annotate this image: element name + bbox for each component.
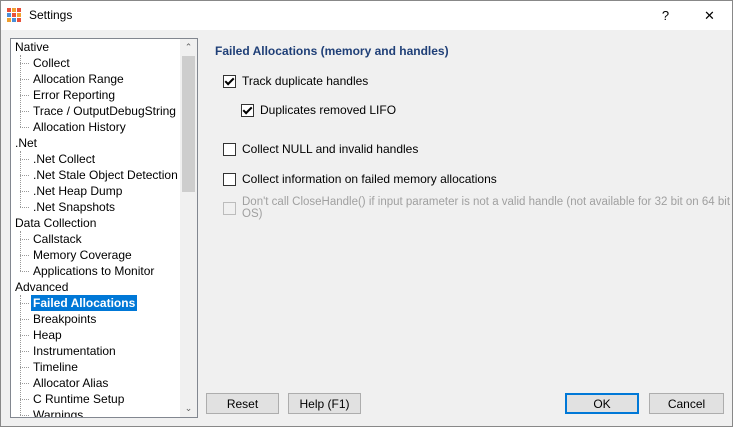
tree-item[interactable]: .Net Snapshots xyxy=(31,199,117,215)
scrollbar-thumb[interactable] xyxy=(182,56,195,192)
tree-connector xyxy=(20,319,29,320)
dont-call-close-option: Don't call CloseHandle() if input parame… xyxy=(223,196,732,220)
tree-item[interactable]: Allocation Range xyxy=(31,71,126,87)
tree-item[interactable]: Trace / OutputDebugString xyxy=(31,103,178,119)
tree-item[interactable]: Collect xyxy=(31,55,72,71)
tree-connector xyxy=(20,295,21,415)
tree-item[interactable]: Timeline xyxy=(31,359,80,375)
tree-scrollbar[interactable]: ⌃ ⌄ xyxy=(180,39,197,417)
collect-null-checkbox[interactable] xyxy=(223,142,236,156)
cancel-button[interactable]: Cancel xyxy=(649,393,724,414)
tree-connector xyxy=(20,415,29,416)
tree-connector xyxy=(20,79,29,80)
tree-connector xyxy=(20,399,29,400)
duplicates-lifo-checkbox[interactable] xyxy=(241,103,254,117)
tree-connector xyxy=(20,175,29,176)
tree-item[interactable]: Breakpoints xyxy=(31,311,98,327)
track-duplicate-checkbox[interactable] xyxy=(223,74,236,88)
help-icon: ? xyxy=(661,8,670,23)
tree-connector xyxy=(20,335,29,336)
tree-connector xyxy=(20,207,29,208)
tree-item[interactable]: .Net Collect xyxy=(31,151,97,167)
tree-item[interactable]: Callstack xyxy=(31,231,84,247)
collect-failed-label: Collect information on failed memory all… xyxy=(242,172,497,186)
tree-item[interactable]: Failed Allocations xyxy=(31,295,138,311)
tree-item[interactable]: .Net xyxy=(13,135,39,151)
ok-button[interactable]: OK xyxy=(565,393,639,414)
tree-item[interactable]: .Net Stale Object Detection xyxy=(31,167,180,183)
track-duplicate-label: Track duplicate handles xyxy=(242,74,369,88)
tree-item[interactable]: Heap xyxy=(31,327,64,343)
tree-item[interactable]: Applications to Monitor xyxy=(31,263,156,279)
tree-item[interactable]: Memory Coverage xyxy=(31,247,134,263)
tree-item[interactable]: Allocation History xyxy=(31,119,128,135)
tree-connector xyxy=(20,231,21,271)
tree-item[interactable]: Instrumentation xyxy=(31,343,118,359)
tree-connector xyxy=(20,239,29,240)
tree-connector xyxy=(20,255,29,256)
tree-item[interactable]: C Runtime Setup xyxy=(31,391,126,407)
tree-connector xyxy=(20,95,29,96)
title-bar: Settings ? ✕ xyxy=(1,1,732,30)
dont-call-close-label: Don't call CloseHandle() if input parame… xyxy=(242,196,731,220)
tree-connector xyxy=(20,271,29,272)
window-title: Settings xyxy=(29,8,73,22)
tree-connector xyxy=(20,303,29,304)
tree-connector xyxy=(20,191,29,192)
tree-connector xyxy=(20,367,29,368)
track-duplicate-option[interactable]: Track duplicate handles xyxy=(223,73,368,89)
collect-null-option[interactable]: Collect NULL and invalid handles xyxy=(223,141,418,157)
tree-item[interactable]: Allocator Alias xyxy=(31,375,110,391)
reset-button[interactable]: Reset xyxy=(206,393,279,414)
section-title: Failed Allocations (memory and handles) xyxy=(215,44,449,58)
collect-failed-option[interactable]: Collect information on failed memory all… xyxy=(223,171,497,187)
dont-call-close-checkbox xyxy=(223,201,236,215)
collect-failed-checkbox[interactable] xyxy=(223,172,236,186)
close-button[interactable]: ✕ xyxy=(687,1,732,30)
tree-item[interactable]: Error Reporting xyxy=(31,87,117,103)
close-icon: ✕ xyxy=(704,7,715,23)
tree-connector xyxy=(20,351,29,352)
tree-item[interactable]: Warnings xyxy=(31,407,85,417)
collect-null-label: Collect NULL and invalid handles xyxy=(242,142,419,156)
tree-connector xyxy=(20,111,29,112)
tree-connector xyxy=(20,63,29,64)
tree-connector xyxy=(20,383,29,384)
help-button[interactable]: Help (F1) xyxy=(288,393,361,414)
help-title-button[interactable]: ? xyxy=(643,1,688,30)
tree-connector xyxy=(20,127,29,128)
tree-item[interactable]: Advanced xyxy=(13,279,70,295)
tree-item[interactable]: Native xyxy=(13,39,51,55)
app-grid-icon xyxy=(7,8,21,22)
settings-window: Settings ? ✕ Native Collect Allocation Ran… xyxy=(0,0,733,427)
tree-item[interactable]: Data Collection xyxy=(13,215,98,231)
settings-tree[interactable]: Native Collect Allocation Range Error Repor… xyxy=(10,38,198,418)
duplicates-lifo-label: Duplicates removed LIFO xyxy=(260,103,397,117)
tree-connector xyxy=(20,159,29,160)
duplicates-lifo-option[interactable]: Duplicates removed LIFO xyxy=(241,102,396,118)
tree-connector xyxy=(20,55,21,127)
tree-connector xyxy=(20,151,21,207)
scroll-down-icon[interactable]: ⌄ xyxy=(180,400,197,417)
tree-item[interactable]: .Net Heap Dump xyxy=(31,183,124,199)
scroll-up-icon[interactable]: ⌃ xyxy=(180,39,197,56)
